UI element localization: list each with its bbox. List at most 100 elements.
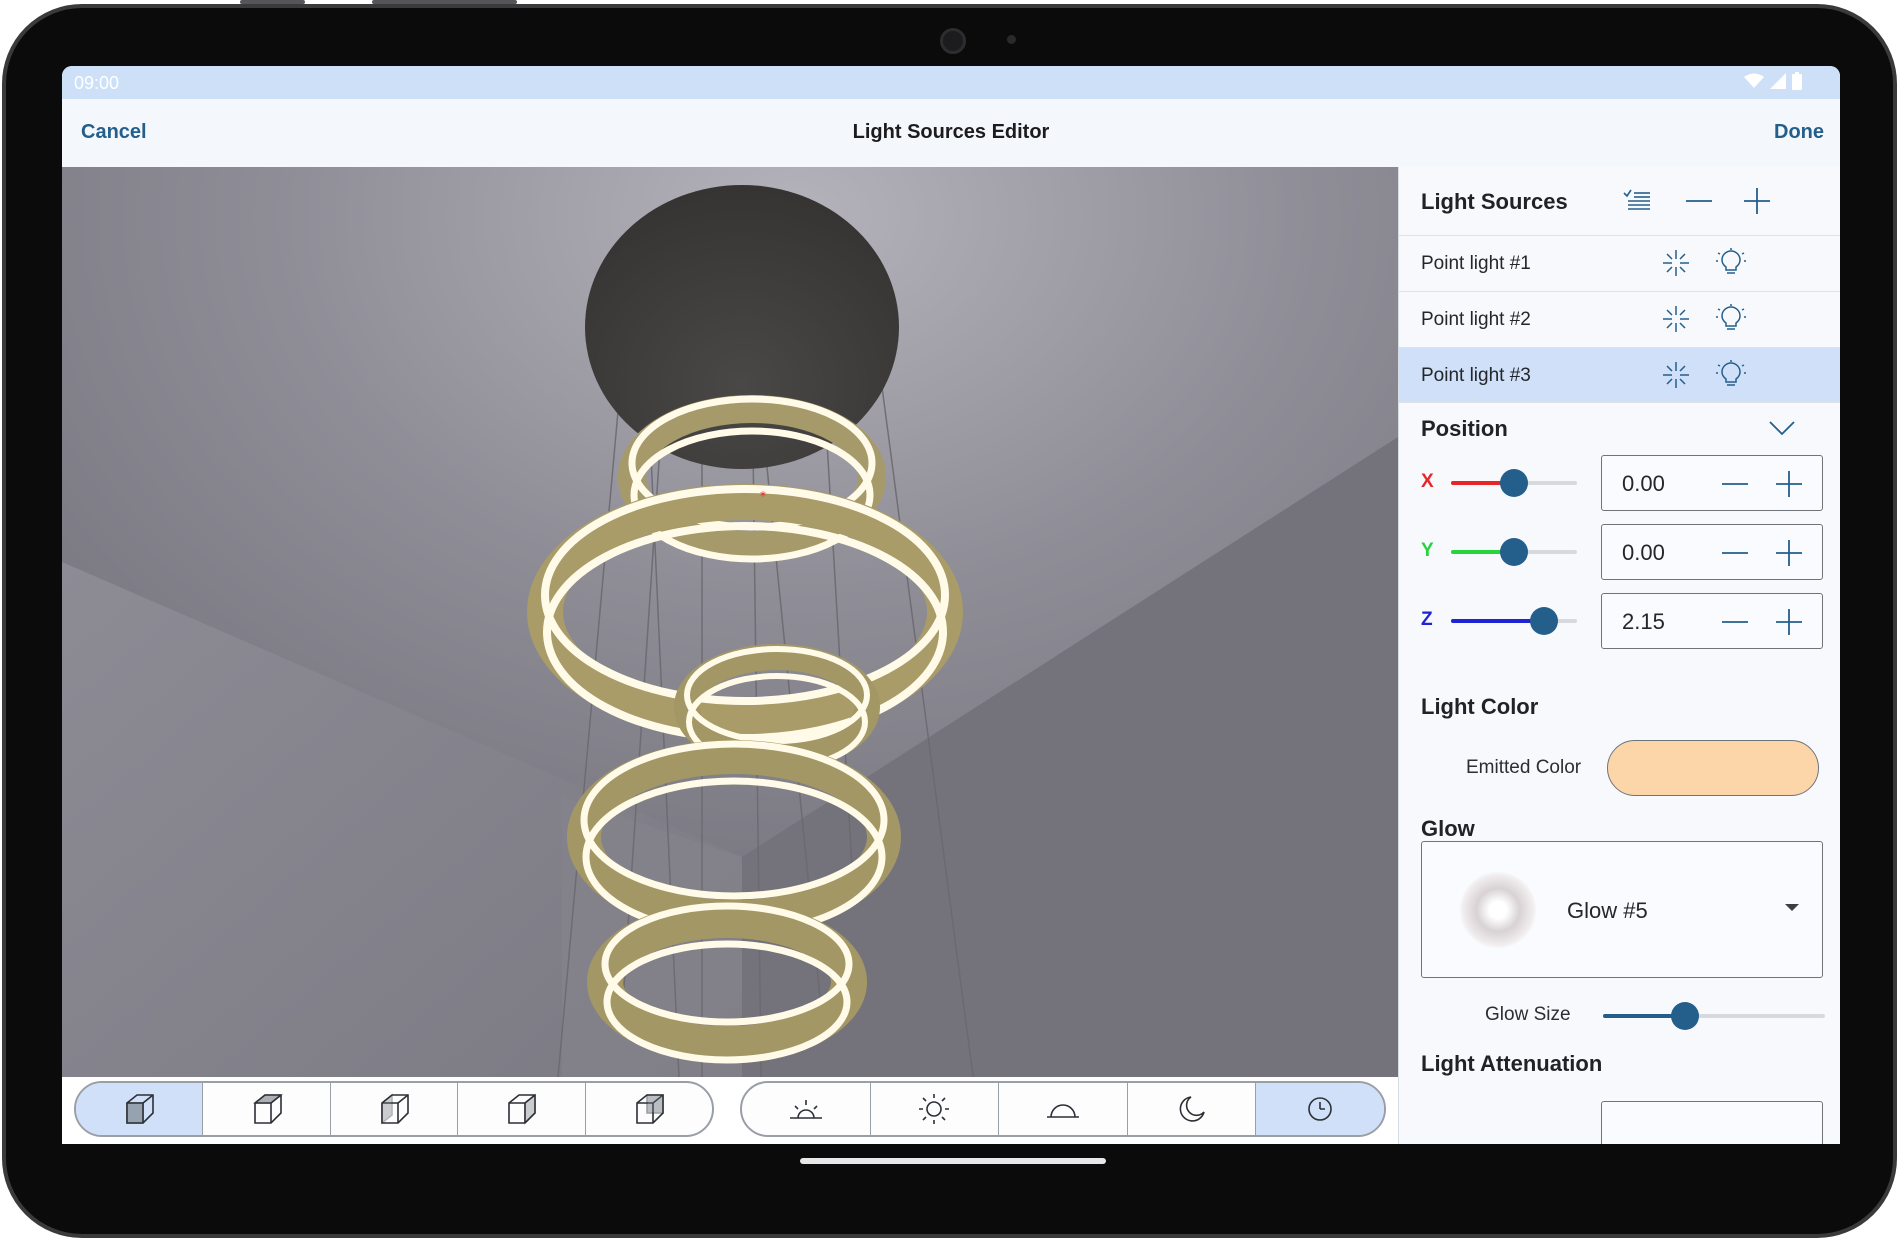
chandelier-scene[interactable]: * [62, 167, 1398, 1144]
done-button[interactable]: Done [1774, 121, 1824, 144]
emitted-color-swatch[interactable] [1607, 740, 1819, 796]
top-view-button[interactable] [203, 1083, 331, 1135]
light-on-toggle[interactable] [1715, 248, 1747, 278]
glow-heading: Glow [1421, 816, 1475, 841]
increment-button[interactable] [1774, 607, 1804, 637]
decrement-button[interactable] [1720, 538, 1750, 568]
light-sources-heading: Light Sources [1421, 189, 1568, 214]
view-toolbar [62, 1077, 1398, 1144]
light-item-label: Point light #1 [1421, 253, 1531, 274]
sunrise-button[interactable] [742, 1083, 871, 1135]
light-item-label: Point light #3 [1421, 365, 1531, 386]
glow-preview [1460, 872, 1536, 948]
plus-icon [1776, 540, 1802, 566]
light-glow-toggle[interactable] [1661, 304, 1691, 334]
front-view-cube-icon [126, 1094, 155, 1124]
attenuation-stepper[interactable] [1601, 1101, 1823, 1144]
lightbulb-icon [1716, 360, 1746, 386]
front-view-button[interactable] [76, 1083, 204, 1135]
list-item[interactable]: Point light #1 [1399, 235, 1840, 291]
glow-selected-value: Glow #5 [1567, 898, 1648, 923]
axis-slider-x[interactable] [1451, 469, 1577, 497]
light-glow-toggle[interactable] [1661, 360, 1691, 390]
sunrise-icon [789, 1100, 822, 1119]
chevron-down-icon [1769, 421, 1795, 436]
glow-size-label: Glow Size [1485, 1004, 1571, 1025]
light-on-toggle[interactable] [1715, 360, 1747, 390]
light-color-heading: Light Color [1421, 694, 1539, 719]
axis-label-z: Z [1421, 609, 1433, 630]
axis-stepper-y: 0.00 [1601, 524, 1823, 580]
plus-icon [1776, 471, 1802, 497]
hardware-button [240, 0, 305, 4]
decrement-button[interactable] [1720, 607, 1750, 637]
dome-light-button[interactable] [999, 1083, 1128, 1135]
light-on-toggle[interactable] [1715, 304, 1747, 334]
hardware-button [372, 0, 517, 4]
axis-label-x: X [1421, 471, 1434, 492]
list-item[interactable]: Point light #3 [1399, 347, 1840, 403]
remove-light-button[interactable] [1681, 185, 1717, 217]
light-item-label: Point light #2 [1421, 309, 1531, 330]
sparkle-icon [1663, 250, 1689, 276]
axis-slider-thumb[interactable] [1530, 607, 1559, 635]
axis-slider-thumb[interactable] [1500, 469, 1528, 497]
light-sources-header: Light Sources [1399, 167, 1840, 235]
axis-value[interactable]: 0.00 [1622, 471, 1665, 497]
axis-slider-z[interactable] [1451, 607, 1577, 635]
decrement-button[interactable] [1720, 469, 1750, 499]
light-attenuation-heading: Light Attenuation [1421, 1051, 1603, 1076]
light-glow-toggle[interactable] [1661, 248, 1691, 278]
minus-icon [1686, 200, 1712, 202]
axis-label-y: Y [1421, 540, 1434, 561]
back-view-button[interactable] [586, 1083, 712, 1135]
3d-viewport[interactable]: * [62, 167, 1398, 1144]
axis-stepper-z: 2.15 [1601, 593, 1823, 649]
status-bar: 09:00 [62, 66, 1840, 99]
side-view-cube-icon [381, 1093, 409, 1125]
increment-button[interactable] [1774, 538, 1804, 568]
glow-select[interactable]: Glow #5 [1421, 841, 1823, 978]
axis-slider-y[interactable] [1451, 538, 1577, 566]
page-title: Light Sources Editor [852, 121, 1050, 143]
moon-icon [1179, 1096, 1205, 1122]
wifi-icon [1744, 73, 1764, 88]
top-view-cube-icon [252, 1094, 283, 1124]
reorder-list-button[interactable] [1619, 185, 1655, 217]
axis-value[interactable]: 2.15 [1622, 609, 1665, 635]
minus-icon [1722, 483, 1748, 485]
axis-value[interactable]: 0.00 [1622, 540, 1665, 566]
time-of-day-button[interactable] [1256, 1083, 1384, 1135]
list-item[interactable]: Point light #2 [1399, 291, 1840, 347]
right-view-cube-icon [508, 1093, 537, 1125]
home-indicator [800, 1158, 1106, 1164]
side-view-button[interactable] [331, 1083, 459, 1135]
sensor-dot [1007, 35, 1016, 44]
back-view-cube-icon [636, 1094, 664, 1124]
view-mode-segment [74, 1081, 714, 1137]
signal-icon [1770, 73, 1786, 89]
glow-size-slider[interactable] [1603, 1002, 1825, 1030]
axis-slider-thumb[interactable] [1500, 538, 1528, 566]
app-screen: 09:00 Cancel Light Sources Editor Done *… [62, 66, 1840, 1144]
night-button[interactable] [1128, 1083, 1257, 1135]
plus-icon [1776, 609, 1802, 635]
app-bar: Cancel Light Sources Editor Done [62, 99, 1840, 167]
lightbulb-icon [1716, 248, 1746, 274]
axis-stepper-x: 0.00 [1601, 455, 1823, 511]
status-icons [1744, 72, 1802, 90]
plus-icon [1744, 188, 1770, 214]
lightbulb-icon [1716, 304, 1746, 330]
add-light-button[interactable] [1739, 185, 1775, 217]
sun-icon [919, 1094, 950, 1124]
clock-icon [1308, 1097, 1332, 1121]
status-time: 09:00 [74, 73, 120, 93]
glow-size-thumb[interactable] [1671, 1002, 1700, 1030]
daylight-button[interactable] [871, 1083, 1000, 1135]
right-view-button[interactable] [458, 1083, 586, 1135]
dome-light-icon [1046, 1104, 1079, 1118]
minus-icon [1722, 621, 1748, 623]
increment-button[interactable] [1774, 469, 1804, 499]
collapse-position-button[interactable] [1767, 413, 1797, 443]
emitted-color-label: Emitted Color [1466, 757, 1582, 778]
